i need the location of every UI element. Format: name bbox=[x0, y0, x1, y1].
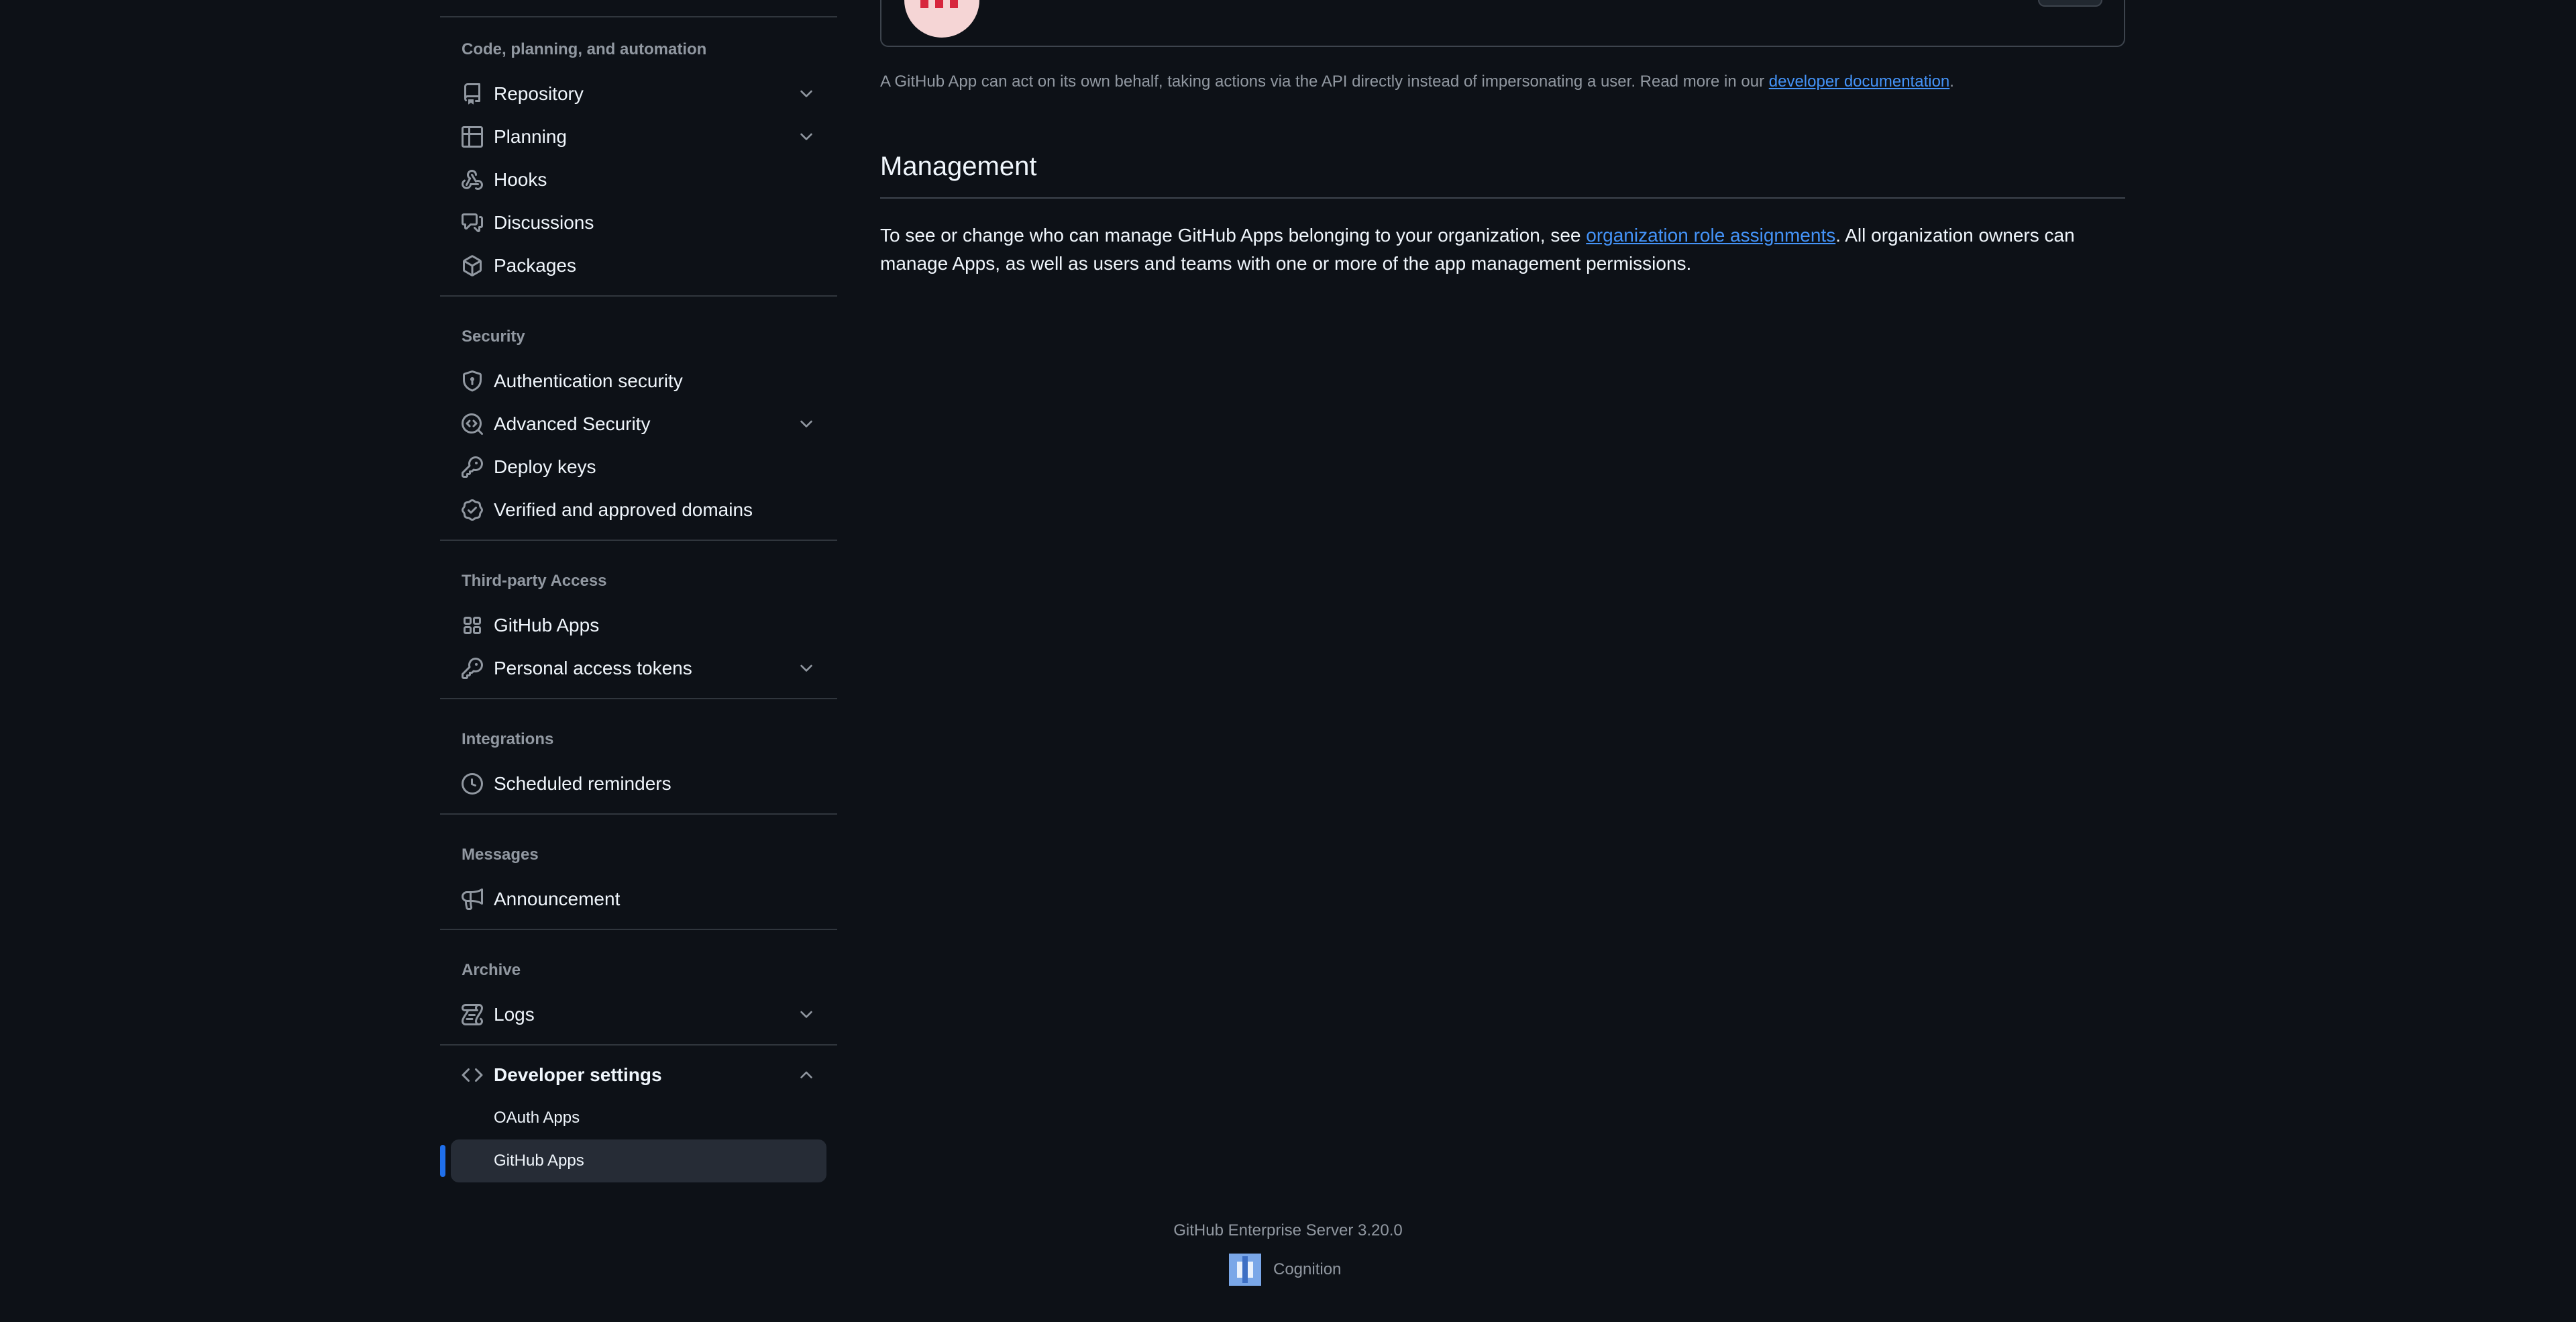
developer-documentation-link[interactable]: developer documentation bbox=[1769, 72, 1950, 91]
sidebar-item-label: Repository bbox=[494, 83, 584, 104]
package-icon bbox=[462, 255, 483, 276]
sidebar-item-authentication-security[interactable]: Authentication security bbox=[440, 360, 837, 403]
sidebar-divider bbox=[440, 295, 837, 297]
app-card-button[interactable] bbox=[2038, 0, 2102, 7]
sidebar-divider bbox=[440, 698, 837, 699]
sidebar-section-heading: Integrations bbox=[462, 730, 554, 748]
sidebar-item-label: Announcement bbox=[494, 888, 621, 909]
sidebar-item-label: Logs bbox=[494, 1004, 535, 1025]
app-avatar bbox=[904, 0, 979, 38]
chevron-down-icon[interactable] bbox=[797, 659, 816, 678]
sidebar-section-heading: Messages bbox=[462, 846, 539, 864]
sidebar-item-personal-access-tokens[interactable]: Personal access tokens bbox=[440, 647, 837, 690]
organization-role-assignments-link[interactable]: organization role assignments bbox=[1586, 225, 1835, 246]
key-icon bbox=[462, 456, 483, 478]
repo-icon bbox=[462, 83, 483, 105]
management-heading: Management bbox=[880, 152, 1037, 181]
code-icon bbox=[462, 1064, 483, 1086]
sidebar-divider bbox=[440, 929, 837, 930]
apps-icon bbox=[462, 615, 483, 636]
sidebar-item-label: GitHub Apps bbox=[494, 615, 600, 635]
sidebar-section-heading: Archive bbox=[462, 961, 521, 979]
sidebar-item-label: Advanced Security bbox=[494, 413, 651, 434]
sidebar-item-discussions[interactable]: Discussions bbox=[440, 201, 837, 244]
shield-lock-icon bbox=[462, 370, 483, 392]
chevron-up-icon[interactable] bbox=[797, 1066, 816, 1084]
sidebar-item-planning[interactable]: Planning bbox=[440, 115, 837, 158]
sidebar-item-github-apps[interactable]: GitHub Apps bbox=[440, 604, 837, 647]
sidebar-subitem-label: OAuth Apps bbox=[494, 1109, 580, 1127]
sidebar-divider bbox=[440, 540, 837, 541]
log-icon bbox=[462, 1004, 483, 1025]
sidebar-item-label: Deploy keys bbox=[494, 456, 596, 477]
management-text: To see or change who can manage GitHub A… bbox=[880, 225, 1587, 246]
chevron-down-icon[interactable] bbox=[797, 415, 816, 434]
app-logo-icon bbox=[920, 0, 958, 8]
cognition-logo-icon bbox=[1229, 1254, 1261, 1286]
sidebar-item-scheduled-reminders[interactable]: Scheduled reminders bbox=[440, 762, 837, 805]
footer-version: GitHub Enterprise Server 3.20.0 bbox=[1173, 1221, 1403, 1239]
sidebar-top-divider bbox=[440, 16, 837, 17]
sidebar-item-verified-and-approved-domains[interactable]: Verified and approved domains bbox=[440, 489, 837, 531]
footer-brand-label: Cognition bbox=[1273, 1260, 1342, 1278]
chevron-down-icon[interactable] bbox=[797, 85, 816, 103]
sidebar-item-hooks[interactable]: Hooks bbox=[440, 158, 837, 201]
sidebar-item-developer-settings[interactable]: Developer settings bbox=[440, 1054, 837, 1097]
sidebar-section-heading: Code, planning, and automation bbox=[462, 40, 707, 58]
sidebar-item-label: Personal access tokens bbox=[494, 658, 692, 678]
footer-brand: Cognition bbox=[1229, 1254, 1341, 1286]
sidebar-item-label: Discussions bbox=[494, 212, 594, 233]
sidebar-sections: Code, planning, and automation Repository… bbox=[440, 40, 837, 1036]
webhook-icon bbox=[462, 169, 483, 191]
sidebar-subitem-github-apps[interactable]: GitHub Apps bbox=[440, 1139, 826, 1182]
codescan-icon bbox=[462, 413, 483, 435]
sidebar-item-advanced-security[interactable]: Advanced Security bbox=[440, 403, 837, 446]
sidebar-item-repository[interactable]: Repository bbox=[440, 72, 837, 115]
sidebar-item-label: Packages bbox=[494, 255, 576, 276]
sidebar-item-deploy-keys[interactable]: Deploy keys bbox=[440, 446, 837, 489]
app-card bbox=[880, 0, 2125, 47]
sidebar-item-label: Developer settings bbox=[494, 1064, 662, 1085]
sidebar-item-label: Authentication security bbox=[494, 370, 683, 391]
app-note: A GitHub App can act on its own behalf, … bbox=[880, 72, 1954, 91]
sidebar-item-logs[interactable]: Logs bbox=[440, 993, 837, 1036]
comment-discussion-icon bbox=[462, 212, 483, 234]
table-icon bbox=[462, 126, 483, 148]
management-description: To see or change who can manage GitHub A… bbox=[880, 221, 2128, 278]
app-note-suffix: . bbox=[1949, 72, 1954, 91]
chevron-down-icon[interactable] bbox=[797, 1005, 816, 1024]
sidebar-divider bbox=[440, 1044, 837, 1046]
key-icon bbox=[462, 658, 483, 679]
management-divider bbox=[880, 197, 2125, 199]
megaphone-icon bbox=[462, 888, 483, 910]
sidebar-section-heading: Security bbox=[462, 327, 525, 346]
sidebar-item-label: Planning bbox=[494, 126, 567, 147]
settings-sidebar: Code, planning, and automation Repository… bbox=[440, 0, 837, 1182]
sidebar-item-label: Scheduled reminders bbox=[494, 773, 672, 794]
app-note-text: A GitHub App can act on its own behalf, … bbox=[880, 72, 1769, 91]
clock-icon bbox=[462, 773, 483, 795]
verified-icon bbox=[462, 499, 483, 521]
chevron-down-icon[interactable] bbox=[797, 128, 816, 146]
sidebar-subitem-oauth-apps[interactable]: OAuth Apps bbox=[451, 1097, 826, 1139]
sidebar-subitem-label: GitHub Apps bbox=[494, 1152, 584, 1170]
sidebar-section-heading: Third-party Access bbox=[462, 572, 607, 590]
sidebar-item-packages[interactable]: Packages bbox=[440, 244, 837, 287]
sidebar-divider bbox=[440, 813, 837, 815]
sidebar-item-announcement[interactable]: Announcement bbox=[440, 878, 837, 921]
sidebar-item-label: Hooks bbox=[494, 169, 547, 190]
sidebar-item-label: Verified and approved domains bbox=[494, 499, 753, 520]
